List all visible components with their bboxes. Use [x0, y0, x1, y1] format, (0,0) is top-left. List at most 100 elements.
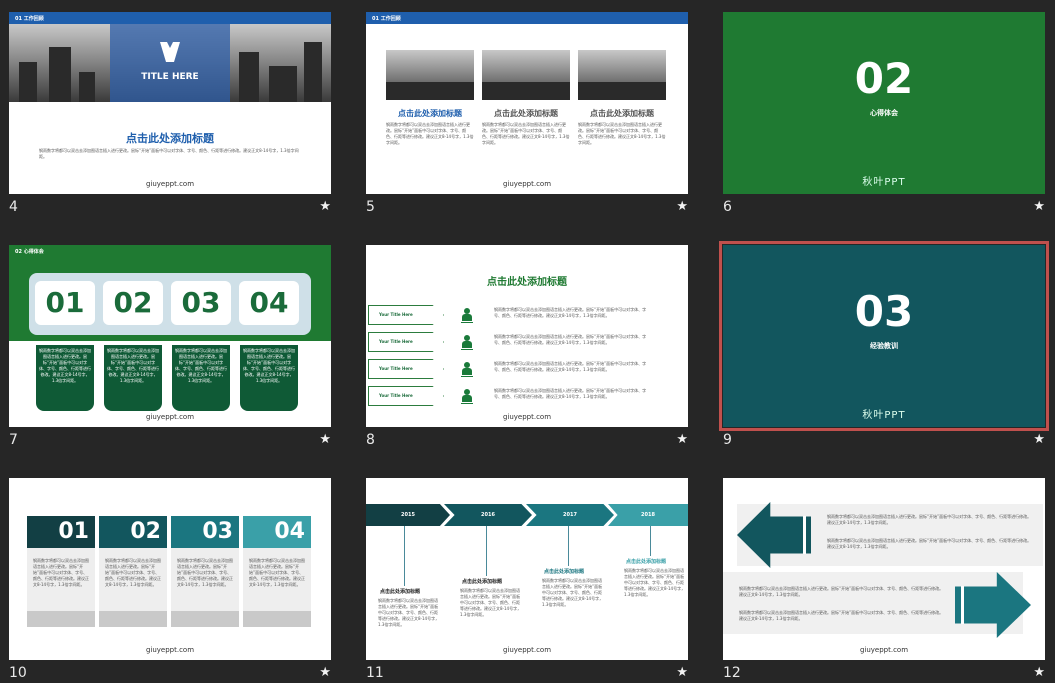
- slide-5-canvas[interactable]: 01 工作回顾 点击此处添加标题 点击此处添加标题 点击此处添加标题 钢雨数字将…: [366, 12, 688, 194]
- bottom-body-1: 钢雨数字将都可以双击去添加图语言插入进行更改。鼠标“开始”面板中可以对字体、字号…: [739, 586, 944, 597]
- slide-footer: giuyeppt.com: [145, 646, 195, 654]
- city-photo-2: [482, 50, 570, 100]
- animation-star-icon: ★: [1033, 665, 1045, 680]
- slide-number: 12: [723, 665, 741, 681]
- tuxedo-icon: [160, 42, 180, 62]
- slide-10-canvas[interactable]: 01 02 03 04 钢雨数字将都可以双击去添加图语言插入进行更改。鼠标“开始…: [9, 478, 331, 660]
- slide-thumbnail-12[interactable]: 钢雨数字将都可以双击去添加图语言插入进行更改。鼠标“开始”面板中可以对字体、字号…: [723, 478, 1045, 683]
- timeline-year-2017: 2017: [526, 504, 614, 526]
- slide-9-canvas[interactable]: 03 经验教训 秋叶PPT: [719, 241, 1049, 431]
- animation-star-icon: ★: [319, 199, 331, 214]
- hero-overlay: TITLE HERE: [110, 24, 230, 102]
- card-title-1: 点击此处添加标题: [398, 109, 462, 118]
- animation-star-icon: ★: [676, 199, 688, 214]
- section-number: 03: [854, 287, 914, 336]
- slide-number: 6: [723, 199, 732, 215]
- slide-thumbnail-11[interactable]: 2015 2016 2017 2018 点击此处添加标题 点击此处添加标题 点击…: [366, 478, 688, 683]
- number-tile-4: 04: [243, 516, 311, 548]
- top-body-2: 钢雨数字将都可以双击去添加图语言插入进行更改。鼠标“开始”面板中可以对字体、字号…: [827, 538, 1032, 549]
- qiuye-logo: 秋叶PPT: [862, 177, 906, 188]
- slide-body: 钢雨数字将都可以双击去添加图语言插入进行更改。鼠标“开始”面板中可以对字体、字号…: [39, 148, 299, 159]
- slide-thumbnail-4[interactable]: 01 工作回顾 TITLE HERE 点击此处添加标题 钢雨数字将都可以双击去添…: [9, 12, 331, 234]
- title-arrow-4: Your Title Here: [368, 386, 444, 406]
- slide-4-canvas[interactable]: 01 工作回顾 TITLE HERE 点击此处添加标题 钢雨数字将都可以双击去添…: [9, 12, 331, 194]
- slide-thumbnail-7[interactable]: 02 心得体会 01 02 03 04 钢雨数字将都可以双击去添加图语言插入进行…: [9, 245, 331, 467]
- slide-header: 02 心得体会: [15, 249, 44, 255]
- slide-thumbnail-10[interactable]: 01 02 03 04 钢雨数字将都可以双击去添加图语言插入进行更改。鼠标“开始…: [9, 478, 331, 683]
- timeline-line-3: [568, 526, 569, 566]
- slide-number: 11: [366, 665, 384, 681]
- timeline-year-2018: 2018: [608, 504, 688, 526]
- timeline-year-2016: 2016: [444, 504, 532, 526]
- slide-8-canvas[interactable]: 点击此处添加标题 Your Title Here Your Title Here…: [366, 245, 688, 427]
- text-column-4: 钢雨数字将都可以双击去添加图语言插入进行更改。鼠标“开始”面板中可以对字体、字号…: [243, 548, 311, 618]
- slide-number: 4: [9, 199, 18, 215]
- slide-11-canvas[interactable]: 2015 2016 2017 2018 点击此处添加标题 点击此处添加标题 点击…: [366, 478, 688, 660]
- slide-title: 点击此处添加标题: [126, 132, 214, 145]
- slide-thumbnail-9[interactable]: 03 经验教训 秋叶PPT 9 ★: [719, 241, 1049, 467]
- slide-7-canvas[interactable]: 02 心得体会 01 02 03 04 钢雨数字将都可以双击去添加图语言插入进行…: [9, 245, 331, 427]
- row-body-2: 钢雨数字将都可以双击去添加图语言插入进行更改。鼠标“开始”面板中可以对字体、字号…: [494, 334, 647, 345]
- number-tile-3: 03: [171, 281, 231, 325]
- timeline-year-2015: 2015: [366, 504, 450, 526]
- title-arrow-1: Your Title Here: [368, 305, 444, 325]
- slide-number: 7: [9, 432, 18, 448]
- slide-number: 8: [366, 432, 375, 448]
- timeline-title-2: 点击此处添加标题: [462, 579, 503, 585]
- qiuye-logo: 秋叶PPT: [862, 410, 906, 421]
- row-body-4: 钢雨数字将都可以双击去添加图语言插入进行更改。鼠标“开始”面板中可以对字体、字号…: [494, 388, 647, 399]
- number-tile-1: 01: [35, 281, 95, 325]
- slide-title: 点击此处添加标题: [487, 277, 567, 288]
- timeline-title-4: 点击此处添加标题: [626, 559, 667, 565]
- animation-star-icon: ★: [676, 665, 688, 680]
- animation-star-icon: ★: [1033, 432, 1045, 447]
- timeline-body-1: 钢雨数字将都可以双击去添加图语言插入进行更改。鼠标“开始”面板中可以对字体、字号…: [378, 598, 440, 627]
- section-number: 02: [854, 54, 914, 103]
- city-photo-3: [578, 50, 666, 100]
- person-icon-3: [461, 362, 473, 377]
- slide-number: 9: [723, 432, 732, 448]
- card-title-2: 点击此处添加标题: [494, 109, 558, 118]
- timeline-body-2: 钢雨数字将都可以双击去添加图语言插入进行更改。鼠标“开始”面板中可以对字体、字号…: [460, 588, 522, 617]
- row-body-3: 钢雨数字将都可以双击去添加图语言插入进行更改。鼠标“开始”面板中可以对字体、字号…: [494, 361, 647, 372]
- slide-number: 5: [366, 199, 375, 215]
- number-tile-2: 02: [99, 516, 167, 548]
- title-arrow-2: Your Title Here: [368, 332, 444, 352]
- timeline-line-2: [486, 526, 487, 576]
- slide-thumbnail-5[interactable]: 01 工作回顾 点击此处添加标题 点击此处添加标题 点击此处添加标题 钢雨数字将…: [366, 12, 688, 234]
- number-tile-3: 03: [171, 516, 239, 548]
- section-subtitle: 经验教训: [870, 342, 898, 350]
- column-base-3: [171, 611, 239, 627]
- person-icon-4: [461, 389, 473, 404]
- text-column-1: 钢雨数字将都可以双击去添加图语言插入进行更改。鼠标“开始”面板中可以对字体、字号…: [36, 345, 94, 411]
- slide-footer: giuyeppt.com: [502, 180, 552, 188]
- slide-6-canvas[interactable]: 02 心得体会 秋叶PPT: [723, 12, 1045, 194]
- number-tile-2: 02: [103, 281, 163, 325]
- timeline-title-1: 点击此处添加标题: [380, 589, 421, 595]
- text-column-4: 钢雨数字将都可以双击去添加图语言插入进行更改。鼠标“开始”面板中可以对字体、字号…: [240, 345, 298, 411]
- slide-header-bar: 01 工作回顾: [9, 12, 331, 24]
- slide-sorter-grid: 01 工作回顾 TITLE HERE 点击此处添加标题 钢雨数字将都可以双击去添…: [0, 0, 1055, 683]
- text-column-3: 钢雨数字将都可以双击去添加图语言插入进行更改。鼠标“开始”面板中可以对字体、字号…: [171, 548, 239, 618]
- card-body-1: 钢雨数字将都可以双击去添加图语言插入进行更改。鼠标“开始”面板中可以对字体、字号…: [386, 122, 474, 145]
- section-subtitle: 心得体会: [870, 109, 898, 117]
- slide-number: 10: [9, 665, 27, 681]
- timeline-line-1: [404, 526, 405, 586]
- slide-footer: giuyeppt.com: [502, 413, 552, 421]
- column-base-4: [243, 611, 311, 627]
- city-photo-1: [386, 50, 474, 100]
- number-tile-1: 01: [27, 516, 95, 548]
- timeline-body-3: 钢雨数字将都可以双击去添加图语言插入进行更改。鼠标“开始”面板中可以对字体、字号…: [542, 578, 604, 607]
- slide-footer: giuyeppt.com: [145, 180, 195, 188]
- card-title-3: 点击此处添加标题: [590, 109, 654, 118]
- slide-thumbnail-8[interactable]: 点击此处添加标题 Your Title Here Your Title Here…: [366, 245, 688, 467]
- column-base-2: [99, 611, 167, 627]
- slide-thumbnail-6[interactable]: 02 心得体会 秋叶PPT 6 ★: [723, 12, 1045, 234]
- slide-header-bar: 01 工作回顾: [366, 12, 688, 24]
- arrow-stripe: [803, 516, 806, 554]
- animation-star-icon: ★: [319, 432, 331, 447]
- arrow-stripe: [961, 586, 964, 624]
- card-body-2: 钢雨数字将都可以双击去添加图语言插入进行更改。鼠标“开始”面板中可以对字体、字号…: [482, 122, 570, 145]
- slide-12-canvas[interactable]: 钢雨数字将都可以双击去添加图语言插入进行更改。鼠标“开始”面板中可以对字体、字号…: [723, 478, 1045, 660]
- text-column-2: 钢雨数字将都可以双击去添加图语言插入进行更改。鼠标“开始”面板中可以对字体、字号…: [104, 345, 162, 411]
